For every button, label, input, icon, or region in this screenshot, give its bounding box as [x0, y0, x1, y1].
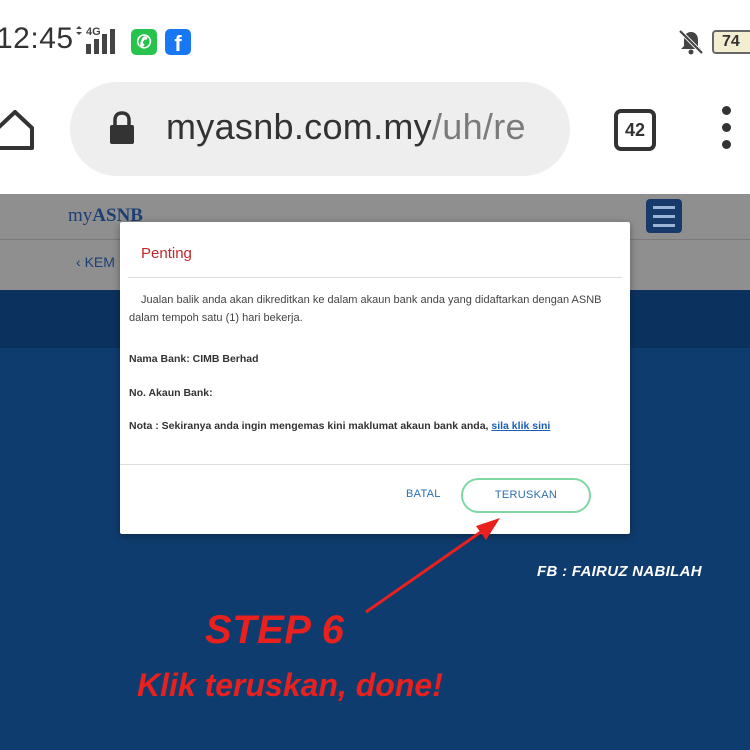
url-domain: myasnb.com.my: [166, 106, 432, 147]
logo-prefix: my: [68, 205, 93, 226]
divider: [128, 277, 622, 278]
note-row: Nota : Sekiranya anda ingin mengemas kin…: [129, 420, 550, 432]
bank-name-row: Nama Bank: CIMB Berhad: [129, 353, 259, 365]
browser-toolbar: myasnb.com.my/uh/re 42: [0, 82, 750, 194]
bank-account-row: No. Akaun Bank:: [129, 387, 213, 399]
status-time: 12:45: [0, 22, 74, 55]
confirmation-dialog: Penting Jualan balik anda akan dikreditk…: [120, 222, 630, 534]
dialog-message: Jualan balik anda akan dikreditkan ke da…: [129, 294, 602, 324]
mute-icon: [678, 29, 704, 55]
battery-indicator: 74: [712, 30, 750, 54]
back-link-label: KEM: [84, 254, 115, 270]
bank-name-label: Nama Bank:: [129, 353, 190, 365]
lock-icon[interactable]: [108, 110, 136, 146]
url-path: /uh/re: [431, 106, 526, 147]
status-bar: 12:45 4G ✆ f 74: [0, 0, 750, 82]
dialog-title: Penting: [141, 245, 192, 262]
divider: [120, 464, 630, 465]
back-link[interactable]: ‹ KEM: [76, 254, 115, 270]
step-title: STEP 6: [205, 608, 345, 652]
address-bar[interactable]: myasnb.com.my/uh/re: [70, 82, 570, 176]
more-menu-icon[interactable]: [718, 106, 734, 156]
update-bank-link[interactable]: sila klik sini: [491, 420, 550, 432]
bank-account-label: No. Akaun Bank:: [129, 387, 213, 399]
note-text: Nota : Sekiranya anda ingin mengemas kin…: [129, 420, 489, 432]
facebook-icon: f: [165, 29, 191, 56]
home-icon[interactable]: [0, 106, 38, 152]
hamburger-menu-icon[interactable]: [646, 199, 682, 233]
continue-button[interactable]: TERUSKAN: [461, 478, 591, 513]
chevron-left-icon: ‹: [76, 254, 85, 270]
bank-name-value: CIMB Berhad: [192, 353, 259, 365]
network-type: 4G: [86, 26, 101, 38]
whatsapp-icon: ✆: [131, 29, 157, 55]
credit-text: FB : FAIRUZ NABILAH: [537, 563, 702, 580]
tab-switcher-button[interactable]: 42: [614, 109, 656, 151]
url-text[interactable]: myasnb.com.my/uh/re: [166, 106, 526, 148]
step-subtitle: Klik teruskan, done!: [137, 667, 443, 703]
cancel-button[interactable]: BATAL: [406, 488, 441, 500]
